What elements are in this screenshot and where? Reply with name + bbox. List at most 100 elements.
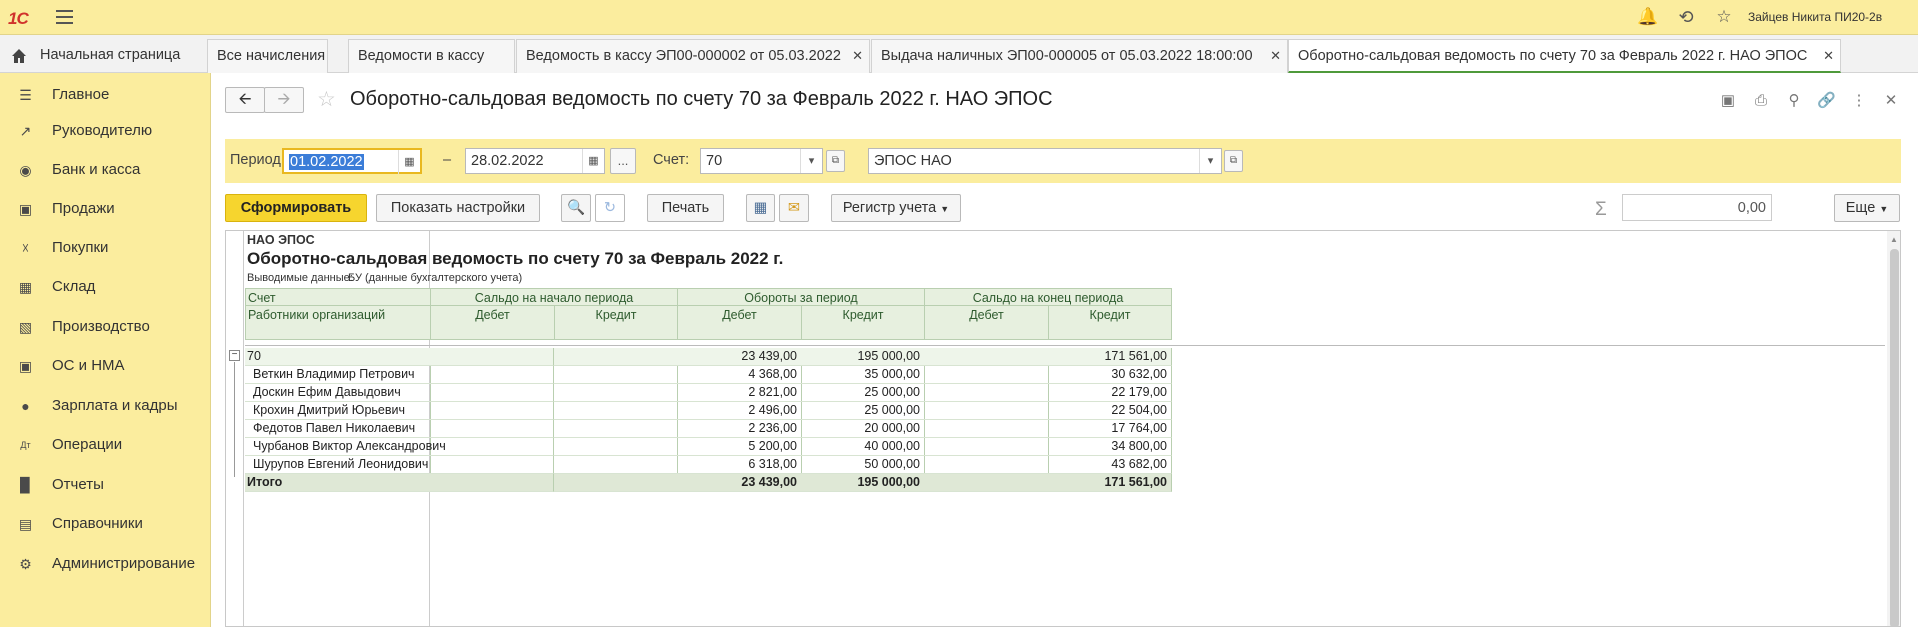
close-tab-icon[interactable]: ✕ (1270, 40, 1281, 72)
dt-kt-icon: Дт (20, 440, 31, 450)
sidebar-item-label: Администрирование (52, 555, 196, 572)
employee-name: Крохин Дмитрий Юрьевич (245, 402, 431, 420)
search-button[interactable]: 🔍 (561, 194, 591, 222)
bell-icon[interactable]: 🔔 (1637, 7, 1658, 27)
coin-icon: ◉ (19, 162, 32, 178)
scroll-up-icon[interactable]: ▲ (1890, 235, 1898, 244)
sidebar-item-manager[interactable]: ↗ Руководителю (0, 113, 211, 149)
chevron-down-icon[interactable]: ▾ (800, 149, 822, 173)
period-end-value: 28.02.2022 (471, 153, 544, 169)
calendar-icon[interactable]: ▦ (582, 149, 604, 173)
group-open-debit (430, 348, 554, 366)
period-end-field[interactable]: 28.02.2022 ▦ (465, 148, 605, 174)
close-credit-cell: 17 764,00 (1048, 420, 1172, 438)
close-debit-cell (924, 420, 1049, 438)
user-name[interactable]: Зайцев Никита ПИ20-2в (1748, 10, 1882, 24)
period-label: Период: (230, 152, 285, 168)
cancel-search-icon: ↻ (603, 200, 617, 216)
turn-debit-cell: 4 368,00 (677, 366, 802, 384)
open-credit-cell (554, 384, 678, 402)
save-icon[interactable]: ▣ (1719, 92, 1737, 110)
chevron-down-icon: ▼ (1879, 204, 1889, 214)
turn-credit-cell: 25 000,00 (801, 384, 925, 402)
sidebar-item-purchases[interactable]: ☓ Покупки (0, 230, 211, 266)
register-dropdown-button[interactable]: Регистр учета ▼ (831, 194, 961, 222)
turn-credit-cell: 50 000,00 (801, 456, 925, 474)
hamburger-menu-icon[interactable] (56, 10, 73, 24)
cancel-search-button[interactable]: ↻ (595, 194, 625, 222)
print-button[interactable]: Печать (647, 194, 724, 222)
generate-button[interactable]: Сформировать (225, 194, 367, 222)
employee-name: Шурупов Евгений Леонидович (245, 456, 431, 474)
turn-credit-cell: 25 000,00 (801, 402, 925, 420)
link-icon[interactable]: 🔗 (1817, 92, 1836, 110)
tab-home[interactable]: Начальная страница (0, 39, 207, 73)
sidebar-item-operations[interactable]: Дт Операции (0, 427, 211, 463)
back-button[interactable]: 🡨 (225, 87, 265, 113)
show-settings-button[interactable]: Показать настройки (376, 194, 540, 222)
report-spreadsheet[interactable]: ▲ НАО ЭПОС Оборотно-сальдовая ведомость … (225, 230, 1901, 627)
group-turn-debit: 23 439,00 (677, 348, 802, 366)
bag-icon: ▣ (18, 201, 33, 217)
account-field[interactable]: 70 ▾ (700, 148, 823, 174)
open-organization-icon[interactable]: ⧉ (1224, 150, 1243, 172)
favorite-star-icon[interactable]: ☆ (317, 87, 336, 112)
send-email-button[interactable]: ✉ (779, 194, 809, 222)
employee-name: Доскин Ефим Давыдович (245, 384, 431, 402)
tab-label: Выдача наличных ЭП00-000005 от 05.03.202… (881, 48, 1253, 64)
print-icon[interactable]: ⎙ (1752, 92, 1770, 110)
open-debit-cell (430, 366, 554, 384)
history-icon[interactable]: ⟲ (1676, 7, 1696, 27)
group-account: 70 (245, 348, 431, 366)
tab-cash-statement-doc[interactable]: Ведомость в кассу ЭП00-000002 от 05.03.2… (516, 39, 870, 73)
close-debit-cell (924, 366, 1049, 384)
search-icon: 🔍 (566, 200, 586, 216)
preview-icon[interactable]: ⚲ (1785, 92, 1803, 110)
account-label: Счет: (653, 152, 690, 168)
sidebar-item-warehouse[interactable]: ▦ Склад (0, 269, 211, 305)
report-output-label: Выводимые данные: (247, 272, 353, 284)
tab-cash-payout-doc[interactable]: Выдача наличных ЭП00-000005 от 05.03.202… (871, 39, 1288, 73)
employee-name: Чурбанов Виктор Александрович (245, 438, 446, 456)
save-report-button[interactable]: ▦ (746, 194, 775, 222)
sidebar-item-directories[interactable]: ▤ Справочники (0, 506, 211, 542)
header-opening: Сальдо на начало периода (430, 288, 678, 306)
sidebar-item-fixed-assets[interactable]: ▣ ОС и НМА (0, 348, 211, 384)
envelope-icon: ✉ (787, 200, 801, 216)
scrollbar-thumb[interactable] (1890, 249, 1899, 626)
period-dash: – (443, 152, 452, 168)
employee-name: Федотов Павел Николаевич (245, 420, 431, 438)
close-tab-icon[interactable]: ✕ (1823, 40, 1834, 72)
period-start-field[interactable]: 01.02.2022 ▦ (282, 148, 422, 174)
chevron-down-icon[interactable]: ▾ (1199, 149, 1221, 173)
collapse-icon[interactable]: − (229, 350, 240, 361)
sidebar-item-production[interactable]: ▧ Производство (0, 309, 211, 345)
open-account-icon[interactable]: ⧉ (826, 150, 845, 172)
total-label: Итого (245, 474, 431, 492)
truck-icon: ▣ (18, 358, 33, 374)
more-button[interactable]: Еще ▼ (1834, 194, 1900, 222)
star-icon[interactable]: ☆ (1714, 7, 1734, 27)
close-tab-icon[interactable]: ✕ (852, 40, 863, 72)
tab-all-accruals[interactable]: Все начисления (207, 39, 328, 73)
forward-button[interactable]: 🡪 (264, 87, 304, 113)
employee-name: Веткин Владимир Петрович (245, 366, 431, 384)
header-separator (245, 345, 1885, 346)
close-form-icon[interactable]: ✕ (1882, 92, 1900, 110)
sidebar-item-label: Руководителю (52, 122, 153, 139)
sidebar-item-salary[interactable]: ● Зарплата и кадры (0, 388, 211, 424)
open-debit-cell (430, 420, 554, 438)
sidebar-item-reports[interactable]: ▉ Отчеты (0, 467, 211, 503)
calendar-icon[interactable]: ▦ (398, 150, 420, 174)
sidebar-item-bank[interactable]: ◉ Банк и касса (0, 152, 211, 188)
sigma-icon: Σ (1595, 199, 1607, 220)
tab-cash-statements[interactable]: Ведомости в кассу (348, 39, 515, 73)
tab-turnover-balance-sheet[interactable]: Оборотно-сальдовая ведомость по счету 70… (1288, 39, 1841, 73)
period-select-button[interactable]: ... (610, 148, 636, 174)
organization-field[interactable]: ЭПОС НАО ▾ (868, 148, 1222, 174)
sidebar-item-sales[interactable]: ▣ Продажи (0, 191, 211, 227)
sidebar-item-admin[interactable]: ⚙ Администрирование (0, 546, 211, 582)
sidebar-item-main[interactable]: ☰ Главное (0, 77, 211, 113)
header-debit: Дебет (430, 305, 555, 340)
more-vertical-icon[interactable]: ⋮ (1850, 92, 1868, 110)
